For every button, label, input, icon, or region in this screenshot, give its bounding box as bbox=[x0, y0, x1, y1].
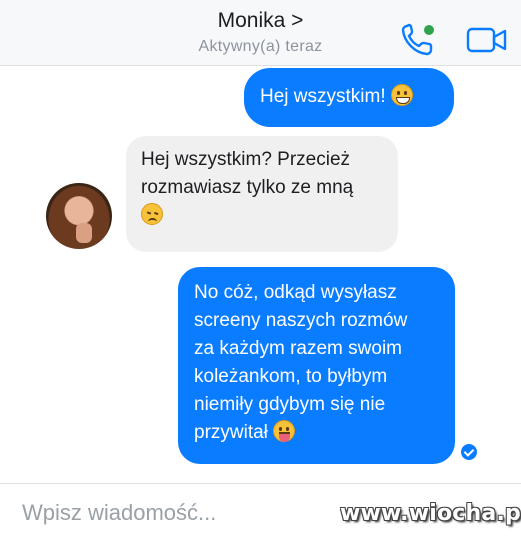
phone-icon[interactable] bbox=[400, 22, 438, 58]
tongue-face-icon bbox=[273, 420, 296, 442]
message-line: screeny naszych rozmów bbox=[194, 310, 408, 331]
chat-header: Monika > Aktywny(a) teraz bbox=[0, 0, 521, 66]
message-line: rozmawiasz tylko ze mną bbox=[141, 177, 354, 198]
seen-indicator-icon bbox=[461, 444, 477, 460]
disappointed-face-icon bbox=[141, 203, 163, 225]
message-line: za każdym razem swoim bbox=[194, 338, 402, 359]
contact-status: Aktywny(a) teraz bbox=[198, 38, 323, 55]
video-camera-icon[interactable] bbox=[466, 26, 510, 54]
contact-name[interactable]: Monika > bbox=[0, 9, 521, 33]
message-text: Hej wszystkim! bbox=[260, 86, 386, 107]
message-input[interactable] bbox=[22, 498, 322, 528]
message-line: koleżankom, to byłbym bbox=[194, 366, 388, 387]
grinning-face-icon bbox=[390, 84, 413, 106]
avatar[interactable] bbox=[46, 183, 112, 249]
watermark: www.wiocha.pl bbox=[340, 501, 521, 526]
message-line: przywitał bbox=[194, 422, 268, 443]
message-line: No cóż, odkąd wysyłasz bbox=[194, 282, 397, 303]
message-line: niemiły gdybym się nie bbox=[194, 394, 386, 415]
message-bubble-outgoing[interactable]: No cóż, odkąd wysyłasz screeny naszych r… bbox=[178, 267, 455, 464]
avatar-hand bbox=[76, 223, 92, 243]
message-line: Hej wszystkim? Przecież bbox=[141, 149, 351, 170]
message-bubble-outgoing[interactable]: Hej wszystkim! bbox=[244, 68, 454, 127]
message-bubble-incoming[interactable]: Hej wszystkim? Przecież rozmawiasz tylko… bbox=[126, 136, 398, 252]
